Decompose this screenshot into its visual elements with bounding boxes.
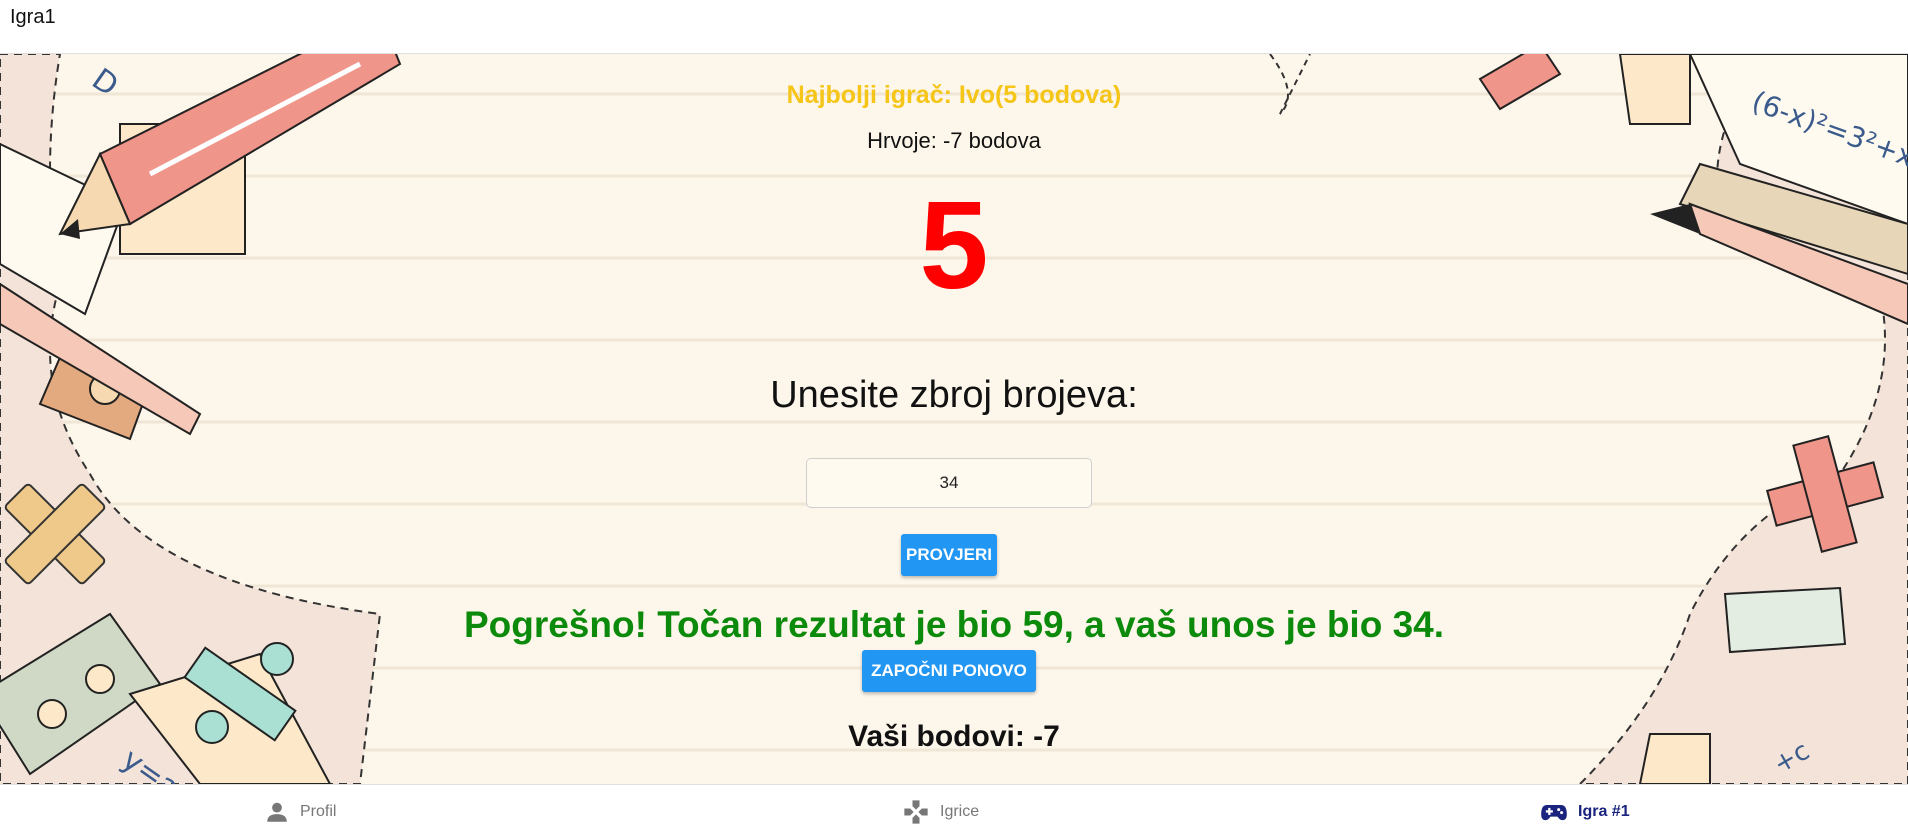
best-player-label: Najbolji igrač: Ivo(5 bodova)	[786, 81, 1122, 109]
answer-input[interactable]	[806, 458, 1092, 508]
game-controller-icon	[1541, 804, 1567, 820]
game-content: Najbolji igrač: Ivo(5 bodova) Hrvoje: -7…	[0, 54, 1908, 784]
nav-label: Igrice	[940, 802, 980, 820]
current-player-score: Hrvoje: -7 bodova	[867, 128, 1041, 153]
nav-item-igrice[interactable]: Igrice	[902, 785, 979, 837]
displayed-number: 5	[919, 177, 989, 315]
app-title: Igra1	[10, 6, 56, 28]
nav-label: Igra #1	[1578, 802, 1630, 820]
person-icon	[267, 802, 287, 822]
game-area: y=a D (6-x)²=3²+x +c Najbolji igrač: Ivo…	[0, 54, 1908, 784]
sum-prompt: Unesite zbroj brojeva:	[770, 374, 1138, 416]
result-message: Pogrešno! Točan rezultat je bio 59, a va…	[463, 604, 1445, 645]
bottom-navigation: Profil Igrice Igra #1	[0, 784, 1908, 837]
nav-item-igra-1[interactable]: Igra #1	[1540, 785, 1630, 837]
gamepad-cross-icon	[904, 799, 928, 824]
nav-item-profil[interactable]: Profil	[264, 785, 336, 837]
top-app-bar: Igra1	[0, 0, 1908, 54]
check-button[interactable]: PROVJERI	[901, 534, 997, 576]
restart-button[interactable]: ZAPOČNI PONOVO	[862, 650, 1036, 692]
score-label: Vaši bodovi: -7	[848, 720, 1060, 753]
nav-label: Profil	[300, 802, 337, 820]
